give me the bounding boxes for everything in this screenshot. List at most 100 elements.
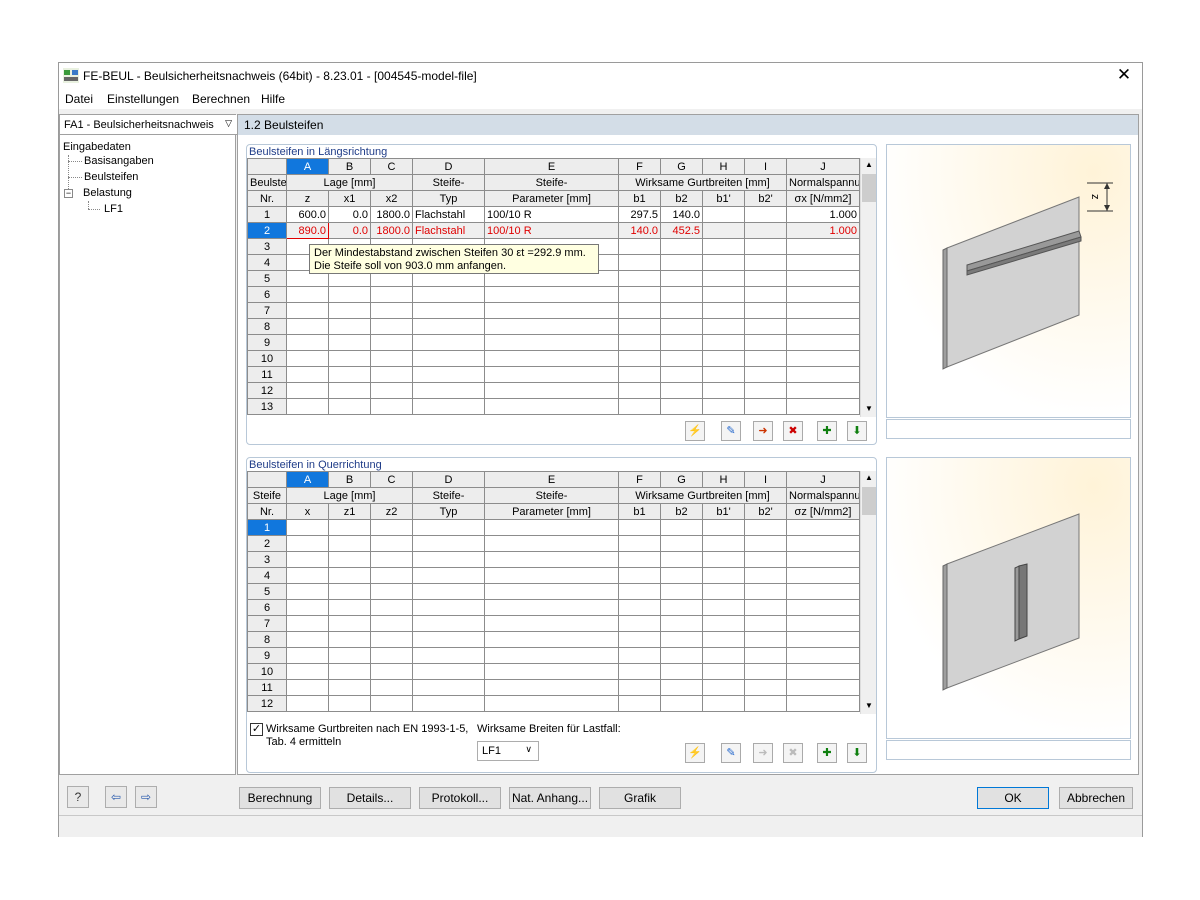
row-number[interactable]: 4 bbox=[248, 255, 287, 271]
cell[interactable] bbox=[371, 664, 413, 680]
insert-row-icon[interactable]: ➜ bbox=[753, 421, 773, 441]
row-number[interactable]: 7 bbox=[248, 303, 287, 319]
cell[interactable] bbox=[703, 648, 745, 664]
cell[interactable] bbox=[485, 520, 619, 536]
cell[interactable] bbox=[485, 303, 619, 319]
cell[interactable] bbox=[703, 552, 745, 568]
row-number[interactable]: 7 bbox=[248, 616, 287, 632]
cell[interactable] bbox=[371, 552, 413, 568]
cell[interactable] bbox=[329, 680, 371, 696]
edit-icon[interactable]: ✎ bbox=[721, 743, 741, 763]
cell[interactable] bbox=[371, 536, 413, 552]
row-number[interactable]: 9 bbox=[248, 648, 287, 664]
cell[interactable] bbox=[485, 383, 619, 399]
cell[interactable]: Flachstahl bbox=[413, 207, 485, 223]
cell[interactable] bbox=[329, 584, 371, 600]
col-f[interactable]: F bbox=[619, 159, 661, 175]
cell[interactable]: 140.0 bbox=[661, 207, 703, 223]
cell[interactable] bbox=[329, 319, 371, 335]
cell[interactable] bbox=[661, 696, 703, 712]
nat-anhang-button[interactable]: Nat. Anhang... bbox=[509, 787, 591, 809]
cell[interactable] bbox=[619, 632, 661, 648]
cell[interactable] bbox=[661, 271, 703, 287]
cell[interactable] bbox=[329, 287, 371, 303]
col-c[interactable]: C bbox=[371, 159, 413, 175]
tree-item-eingabedaten[interactable]: Eingabedaten bbox=[63, 141, 131, 153]
cell[interactable] bbox=[787, 383, 860, 399]
grafik-button[interactable]: Grafik bbox=[599, 787, 681, 809]
cell[interactable] bbox=[787, 351, 860, 367]
cell[interactable]: Flachstahl bbox=[413, 223, 485, 239]
cell[interactable] bbox=[371, 616, 413, 632]
cell[interactable] bbox=[703, 319, 745, 335]
cell[interactable] bbox=[619, 584, 661, 600]
import-excel-icon[interactable]: ⬇ bbox=[847, 421, 867, 441]
menu-einstellungen[interactable]: Einstellungen bbox=[107, 92, 179, 106]
cell[interactable] bbox=[703, 271, 745, 287]
cell[interactable] bbox=[703, 287, 745, 303]
cell[interactable] bbox=[329, 367, 371, 383]
cell[interactable] bbox=[619, 383, 661, 399]
cell[interactable] bbox=[485, 664, 619, 680]
cell[interactable] bbox=[661, 632, 703, 648]
cell[interactable] bbox=[745, 648, 787, 664]
cell[interactable] bbox=[413, 399, 485, 415]
cell[interactable] bbox=[661, 536, 703, 552]
cell[interactable] bbox=[787, 616, 860, 632]
ok-button[interactable]: OK bbox=[977, 787, 1049, 809]
cell[interactable] bbox=[619, 351, 661, 367]
tree-item-basisangaben[interactable]: Basisangaben bbox=[84, 155, 154, 167]
menu-hilfe[interactable]: Hilfe bbox=[261, 92, 285, 106]
cell[interactable] bbox=[619, 303, 661, 319]
cell[interactable] bbox=[661, 648, 703, 664]
cell[interactable] bbox=[485, 568, 619, 584]
col-e[interactable]: E bbox=[485, 472, 619, 488]
import-icon[interactable]: ⚡ bbox=[685, 421, 705, 441]
cell[interactable] bbox=[703, 255, 745, 271]
row-number[interactable]: 8 bbox=[248, 632, 287, 648]
cell[interactable] bbox=[371, 648, 413, 664]
cell[interactable] bbox=[287, 351, 329, 367]
cell[interactable] bbox=[661, 399, 703, 415]
row-number[interactable]: 13 bbox=[248, 399, 287, 415]
cell[interactable] bbox=[661, 568, 703, 584]
cell[interactable] bbox=[371, 351, 413, 367]
cell[interactable] bbox=[485, 536, 619, 552]
cell[interactable] bbox=[287, 632, 329, 648]
row-number[interactable]: 12 bbox=[248, 696, 287, 712]
cell[interactable]: 0.0 bbox=[329, 207, 371, 223]
cell[interactable] bbox=[485, 351, 619, 367]
cell[interactable] bbox=[787, 584, 860, 600]
col-g[interactable]: G bbox=[661, 159, 703, 175]
cell[interactable] bbox=[619, 600, 661, 616]
cell[interactable] bbox=[485, 335, 619, 351]
cell[interactable]: 0.0 bbox=[329, 223, 371, 239]
cell[interactable] bbox=[413, 568, 485, 584]
cell[interactable] bbox=[329, 536, 371, 552]
cell[interactable] bbox=[413, 536, 485, 552]
row-number[interactable]: 8 bbox=[248, 319, 287, 335]
col-c[interactable]: C bbox=[371, 472, 413, 488]
cell[interactable] bbox=[329, 616, 371, 632]
cell[interactable] bbox=[485, 600, 619, 616]
cell[interactable] bbox=[485, 584, 619, 600]
cell[interactable] bbox=[745, 271, 787, 287]
cell[interactable] bbox=[287, 680, 329, 696]
cell[interactable] bbox=[745, 520, 787, 536]
collapse-icon[interactable]: − bbox=[64, 189, 73, 198]
row-number[interactable]: 10 bbox=[248, 351, 287, 367]
row-number[interactable]: 6 bbox=[248, 287, 287, 303]
scroll-up-icon[interactable]: ▲ bbox=[865, 473, 873, 482]
cell[interactable] bbox=[745, 568, 787, 584]
cell[interactable] bbox=[745, 255, 787, 271]
cell[interactable] bbox=[703, 239, 745, 255]
cell[interactable] bbox=[745, 383, 787, 399]
cell[interactable] bbox=[703, 520, 745, 536]
cell[interactable] bbox=[371, 632, 413, 648]
cell[interactable] bbox=[329, 696, 371, 712]
cell[interactable] bbox=[745, 319, 787, 335]
cell[interactable] bbox=[745, 287, 787, 303]
col-a[interactable]: A bbox=[287, 472, 329, 488]
cell[interactable] bbox=[329, 335, 371, 351]
row-number[interactable]: 3 bbox=[248, 552, 287, 568]
